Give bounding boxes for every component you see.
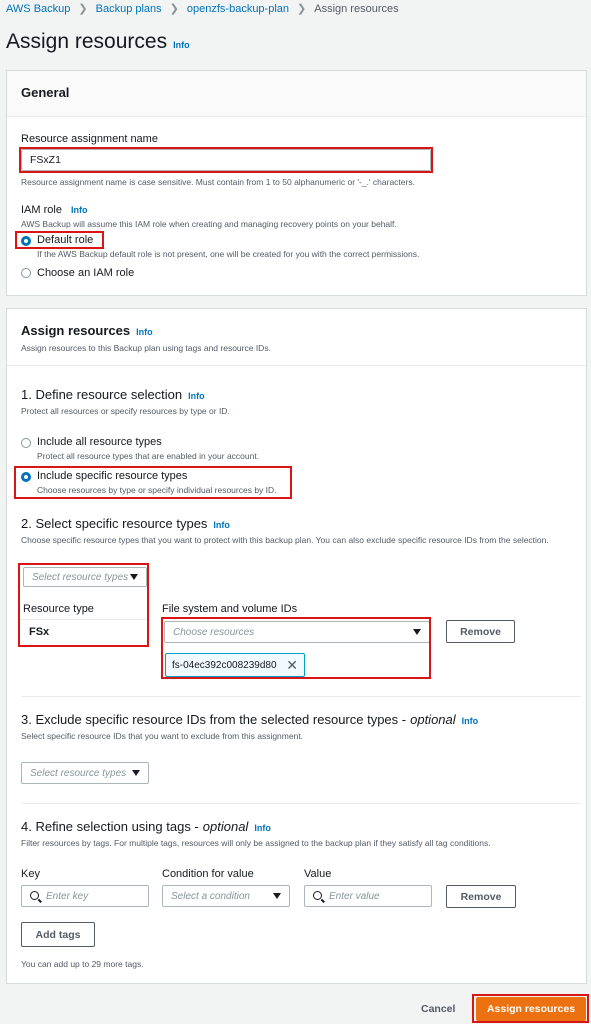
highlight-box [472,994,589,1023]
search-icon [313,891,322,900]
highlight-box [161,617,431,679]
caret-down-icon [132,770,140,776]
highlight-box [19,147,433,173]
step2-desc: Choose specific resource types that you … [21,535,549,545]
include-all-radio[interactable] [21,438,31,448]
exclude-resource-types-dropdown[interactable]: Select resource types [21,762,149,784]
breadcrumb-backup-plans[interactable]: Backup plans [96,3,162,15]
step2-title: 2. Select specific resource types Info [21,516,230,531]
info-link[interactable]: Info [136,327,153,337]
tag-value-input[interactable]: Enter value [304,885,432,907]
divider [21,696,581,697]
chevron-right-icon: ❯ [78,3,88,15]
info-link[interactable]: Info [254,823,271,833]
general-panel-title: General [7,71,586,117]
remove-tag-button[interactable]: Remove [446,885,516,908]
page-title: Assign resources Info [6,30,190,53]
step3-title: 3. Exclude specific resource IDs from th… [21,712,479,727]
highlight-box [14,466,292,499]
choose-role-radio[interactable] [21,268,31,278]
iam-role-desc: AWS Backup will assume this IAM role whe… [21,219,397,229]
breadcrumb: AWS Backup ❯ Backup plans ❯ openzfs-back… [6,2,399,16]
caret-down-icon [273,893,281,899]
info-link[interactable]: Info [213,520,230,530]
divider [21,803,581,804]
name-label: Resource assignment name [21,133,158,145]
step1-title: 1. Define resource selection Info [21,387,205,402]
info-link[interactable]: Info [173,40,190,50]
search-icon [30,891,39,900]
highlight-box [18,563,149,647]
assign-resources-panel: Assign resources Info Assign resources t… [6,308,587,984]
info-link[interactable]: Info [71,205,88,215]
tags-hint: You can add up to 29 more tags. [21,959,144,969]
step3-desc: Select specific resource IDs that you wa… [21,731,304,741]
key-label: Key [21,868,40,880]
include-all-desc: Protect all resource types that are enab… [37,451,260,461]
breadcrumb-current: Assign resources [314,2,399,15]
name-hint: Resource assignment name is case sensiti… [21,177,415,187]
step4-desc: Filter resources by tags. For multiple t… [21,838,491,848]
choose-role-label: Choose an IAM role [37,267,135,279]
info-link[interactable]: Info [462,716,479,726]
fs-ids-label: File system and volume IDs [162,603,298,615]
default-role-desc: If the AWS Backup default role is not pr… [37,249,420,259]
include-all-label: Include all resource types [37,436,162,448]
iam-role-label: IAM role Info [21,204,88,216]
step4-title: 4. Refine selection using tags - optiona… [21,819,271,834]
tag-condition-dropdown[interactable]: Select a condition [162,885,290,907]
chevron-right-icon: ❯ [297,3,307,15]
highlight-box [15,231,104,249]
remove-resource-button[interactable]: Remove [446,620,515,643]
tag-key-input[interactable]: Enter key [21,885,149,907]
info-link[interactable]: Info [188,391,205,401]
condition-label: Condition for value [162,868,254,880]
value-label: Value [304,868,332,880]
cancel-button[interactable]: Cancel [421,1003,455,1015]
assign-resources-title: Assign resources Info [21,323,153,338]
add-tags-button[interactable]: Add tags [21,922,95,947]
assign-resources-desc: Assign resources to this Backup plan usi… [21,343,271,353]
breadcrumb-aws-backup[interactable]: AWS Backup [6,3,70,15]
chevron-right-icon: ❯ [169,3,179,15]
general-panel: General Resource assignment name FSxZ1 R… [6,70,587,296]
step1-desc: Protect all resources or specify resourc… [21,406,230,416]
breadcrumb-plan[interactable]: openzfs-backup-plan [187,3,289,15]
divider [7,365,586,366]
